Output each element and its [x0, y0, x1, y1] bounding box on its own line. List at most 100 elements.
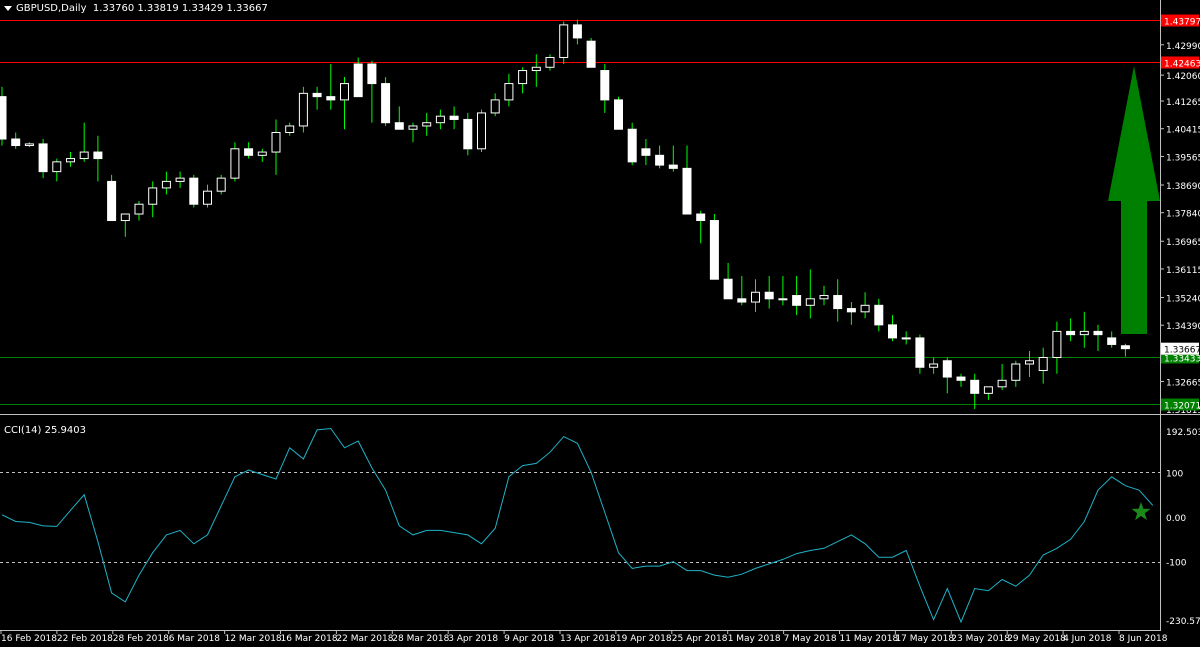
candle-body — [833, 295, 843, 310]
candle-body — [1025, 360, 1034, 365]
price-tick-label: 1.42060 — [1166, 72, 1200, 82]
candle-body — [888, 324, 897, 339]
candle-body — [52, 161, 62, 173]
candle-body — [572, 24, 582, 39]
time-tick-label: 1 May 2018 — [728, 634, 781, 644]
price-tick-label: 1.32665 — [1166, 378, 1200, 388]
candle-body — [819, 295, 829, 300]
candle-body — [216, 177, 226, 192]
candle-body — [38, 143, 48, 173]
price-tick-label: 1.40415 — [1166, 126, 1200, 136]
time-tick-label: 16 Feb 2018 — [1, 634, 57, 644]
candle-body — [189, 177, 199, 205]
candle-body — [1011, 363, 1021, 381]
candle-body — [120, 213, 130, 222]
candle-body — [1052, 330, 1062, 358]
candle-body — [1038, 356, 1048, 372]
candle-body — [298, 92, 308, 127]
resistance-price-label: 1.42463 — [1164, 60, 1200, 70]
candle-body — [449, 115, 459, 120]
trading-chart[interactable]: 1.42990 1.42060 1.41265 1.40415 1.39565 1.386… — [0, 0, 1200, 647]
time-tick-label: 3 Apr 2018 — [448, 634, 498, 644]
candle-body — [340, 83, 349, 101]
price-tick-label: 1.36965 — [1166, 238, 1200, 248]
candle-body — [477, 112, 486, 150]
candle-body — [983, 386, 993, 394]
candle-body — [24, 143, 34, 147]
candle-body — [915, 337, 925, 368]
time-tick-label: 4 Jun 2018 — [1063, 634, 1112, 644]
time-tick-label: 13 Apr 2018 — [560, 634, 616, 644]
price-tick-label: 1.34390 — [1166, 322, 1200, 332]
cci-tick-label: -100 — [1166, 559, 1187, 569]
cci-tick-label: 192.5032 — [1166, 428, 1200, 438]
candle-body — [792, 295, 802, 306]
candle-body — [737, 298, 747, 303]
time-tick-label: 8 Jun 2018 — [1119, 634, 1168, 644]
candle-body — [408, 125, 418, 130]
time-tick-label: 6 Mar 2018 — [169, 634, 221, 644]
candle-body — [531, 66, 541, 72]
candle-body — [709, 220, 719, 280]
price-tick-label: 1.38690 — [1166, 182, 1200, 192]
candle-body — [271, 131, 281, 153]
price-tick-label: 1.37840 — [1166, 210, 1200, 220]
candle-body — [463, 118, 473, 150]
candle-body — [655, 154, 665, 166]
time-tick-label: 29 May 2018 — [1007, 634, 1066, 644]
ohlc-values: 1.33760 1.33819 1.33429 1.33667 — [92, 3, 268, 14]
candle-body — [1079, 330, 1089, 336]
candle-body — [846, 308, 856, 313]
candle-body — [285, 125, 295, 133]
candle-body — [942, 360, 952, 378]
candle-body — [353, 63, 363, 98]
candle-body — [394, 122, 404, 130]
time-tick-label: 11 May 2018 — [840, 634, 899, 644]
price-tick-label: 1.41265 — [1166, 98, 1200, 108]
time-tick-label: 17 May 2018 — [895, 634, 954, 644]
candle-body — [682, 167, 692, 215]
price-tick-label: 1.36115 — [1166, 266, 1200, 276]
candle-body — [723, 278, 733, 300]
candle-body — [203, 190, 212, 205]
candle-body — [381, 83, 391, 124]
candle-body — [93, 151, 103, 160]
candle-body — [751, 291, 760, 303]
candle-body — [874, 304, 884, 326]
cci-tick-label: 100 — [1166, 469, 1183, 479]
time-tick-label: 23 May 2018 — [951, 634, 1010, 644]
candle-body — [230, 148, 240, 179]
candle-body — [257, 151, 267, 156]
candle-body — [600, 70, 610, 101]
chart-background — [0, 0, 1200, 647]
time-tick-label: 28 Feb 2018 — [113, 634, 169, 644]
price-tick-label: 1.39565 — [1166, 153, 1200, 163]
candle-body — [1107, 337, 1117, 345]
candle-body — [696, 213, 706, 222]
candle-body — [490, 99, 500, 114]
candle-body — [66, 158, 75, 163]
candle-body — [956, 376, 966, 381]
time-tick-label: 19 Apr 2018 — [616, 634, 672, 644]
time-tick-label: 22 Feb 2018 — [57, 634, 113, 644]
time-tick-label: 16 Mar 2018 — [281, 634, 338, 644]
support-price-label: 1.32071 — [1164, 402, 1200, 412]
candle-body — [175, 177, 185, 182]
candle-body — [244, 148, 254, 156]
dropdown-triangle-icon[interactable] — [4, 5, 12, 11]
candle-body — [668, 164, 678, 169]
price-tick-label: 1.42990 — [1166, 42, 1200, 52]
candle-body — [422, 122, 432, 127]
candle-body — [997, 379, 1007, 388]
indicator-name: CCI(14) — [4, 425, 42, 436]
symbol-header: GBPUSD,Daily 1.33760 1.33819 1.33429 1.3… — [4, 3, 268, 15]
cci-tick-label: -230.573 — [1166, 617, 1200, 627]
time-tick-label: 22 Mar 2018 — [336, 634, 393, 644]
candle-body — [0, 96, 7, 140]
resistance-price-label: 1.43797 — [1164, 18, 1200, 28]
candle-body — [929, 363, 939, 368]
candle-body — [326, 96, 336, 101]
candle-body — [805, 298, 815, 306]
candle-body — [518, 70, 528, 85]
candle-body — [312, 92, 322, 98]
